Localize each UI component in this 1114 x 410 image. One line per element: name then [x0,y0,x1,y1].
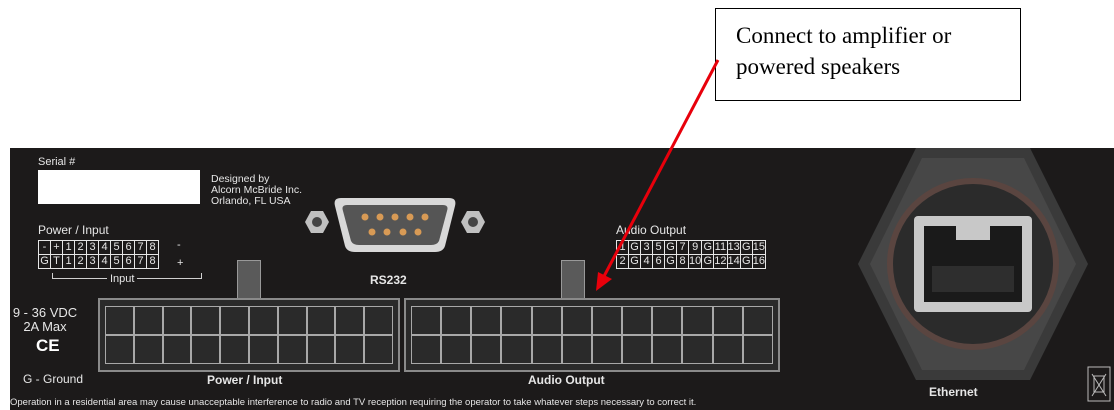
arrow-shaft [599,59,720,283]
callout-arrow [596,59,720,291]
